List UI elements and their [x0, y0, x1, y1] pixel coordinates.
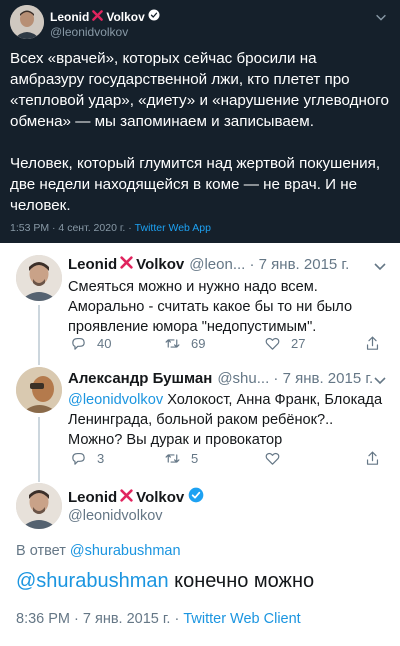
author-first-name: Leonid: [68, 488, 118, 506]
tweet-actions: 3 5: [68, 450, 388, 470]
avatar[interactable]: [10, 5, 44, 39]
tweet-timestamp[interactable]: 1:53 PM · 4 сент. 2020 г.: [10, 222, 125, 234]
reply-text: Смеяться можно и нужно надо всем. Аморал…: [68, 279, 353, 335]
reply-action[interactable]: 40: [70, 335, 111, 352]
author-last-name: Volkov: [106, 9, 145, 24]
tweet-timestamp[interactable]: 8:36 PM · 7 янв. 2015 г.: [16, 611, 170, 627]
share-icon: [366, 336, 379, 350]
red-x-icon: [92, 9, 104, 24]
reply-action[interactable]: 3: [70, 450, 104, 467]
author-first-name: Leonid: [50, 9, 90, 24]
reply-header[interactable]: Leonid Volkov @leon... · 7 янв. 2015 г.: [68, 256, 349, 273]
retweet-action[interactable]: 5: [164, 450, 198, 467]
avatar[interactable]: [16, 255, 62, 301]
retweet-count: 69: [191, 336, 206, 351]
mention-link[interactable]: @shurabushman: [16, 570, 169, 592]
avatar[interactable]: [16, 483, 62, 529]
share-action[interactable]: [364, 335, 391, 352]
retweet-count: 5: [191, 451, 199, 466]
replying-to: В ответ @shurabushman: [16, 543, 181, 559]
like-action[interactable]: 27: [264, 335, 305, 352]
retweet-icon: [165, 339, 180, 348]
author-handle[interactable]: @leonidvolkov: [68, 508, 163, 524]
heart-icon: [265, 337, 280, 350]
tweet-client-link[interactable]: Twitter Web App: [135, 222, 211, 234]
author-first-name: Leonid: [68, 256, 118, 273]
author-last-name: Volkov: [136, 488, 185, 506]
reply-count: 40: [97, 336, 112, 351]
handle-and-date: @leon... · 7 янв. 2015 г.: [189, 256, 350, 273]
tweet-meta: 1:53 PM · 4 сент. 2020 г. · Twitter Web …: [10, 222, 211, 234]
avatar-photo-icon: [16, 483, 62, 529]
like-count: 27: [291, 336, 306, 351]
avatar-photo-icon: [10, 5, 44, 39]
mention-link[interactable]: @leonidvolkov: [68, 392, 163, 408]
author-name[interactable]: Leonid Volkov: [50, 9, 160, 24]
author-name[interactable]: Leonid Volkov: [68, 487, 204, 507]
chevron-down-icon[interactable]: [374, 10, 388, 24]
avatar-photo-icon: [16, 255, 62, 301]
verified-badge-icon: [148, 9, 160, 24]
tweet-text: @shurabushman конечно можно: [16, 570, 314, 593]
tweet-actions: 40 69 27: [68, 335, 388, 355]
verified-badge-icon: [188, 487, 204, 507]
red-x-icon: [120, 488, 133, 506]
heart-icon: [265, 452, 280, 465]
author-handle[interactable]: @leonidvolkov: [50, 25, 128, 39]
main-tweet: Leonid Volkov @leonidvolkov В ответ @shu…: [0, 478, 400, 646]
replying-to-label: В ответ: [16, 543, 70, 559]
reply-tweet[interactable]: Александр Бушман @shu... · 7 янв. 2015 г…: [0, 359, 400, 478]
tweet-meta: 8:36 PM · 7 янв. 2015 г. · Twitter Web C…: [16, 611, 301, 627]
author-name: Александр Бушман: [68, 370, 213, 387]
avatar-photo-icon: [16, 367, 62, 413]
reply-header[interactable]: Александр Бушман @shu... · 7 янв. 2015 г…: [68, 370, 373, 387]
avatar[interactable]: [16, 367, 62, 413]
author-last-name: Volkov: [136, 256, 185, 273]
reply-text: @leonidvolkov Холокост, Анна Франк, Блок…: [68, 390, 388, 450]
retweet-icon: [165, 454, 180, 463]
replying-to-mention[interactable]: @shurabushman: [70, 543, 181, 559]
handle-and-date: @shu... · 7 янв. 2015 г.: [217, 370, 374, 387]
reply-icon: [72, 337, 85, 350]
reply-icon: [72, 452, 85, 465]
retweet-action[interactable]: 69: [164, 335, 205, 352]
meta-separator: ·: [170, 611, 184, 627]
tweet-text: Всех «врачей», которых сейчас бросили на…: [10, 50, 389, 214]
reply-tweet[interactable]: Leonid Volkov @leon... · 7 янв. 2015 г. …: [0, 243, 400, 359]
red-x-icon: [120, 256, 133, 273]
tweet-body: конечно можно: [168, 570, 315, 592]
share-icon: [366, 451, 379, 465]
thread-connector: [38, 417, 40, 478]
thread-connector: [38, 305, 40, 359]
quoted-tweet-dark: Leonid Volkov @leonidvolkov Всех «врачей…: [0, 0, 400, 243]
thread-connector: [38, 359, 40, 365]
reply-count: 3: [97, 451, 105, 466]
chevron-down-icon[interactable]: [372, 258, 388, 274]
thread-connector: [38, 478, 40, 482]
tweet-client-link[interactable]: Twitter Web Client: [183, 611, 300, 627]
like-action[interactable]: [264, 450, 291, 467]
meta-separator: ·: [125, 222, 135, 234]
chevron-down-icon[interactable]: [372, 372, 388, 388]
share-action[interactable]: [364, 450, 391, 467]
